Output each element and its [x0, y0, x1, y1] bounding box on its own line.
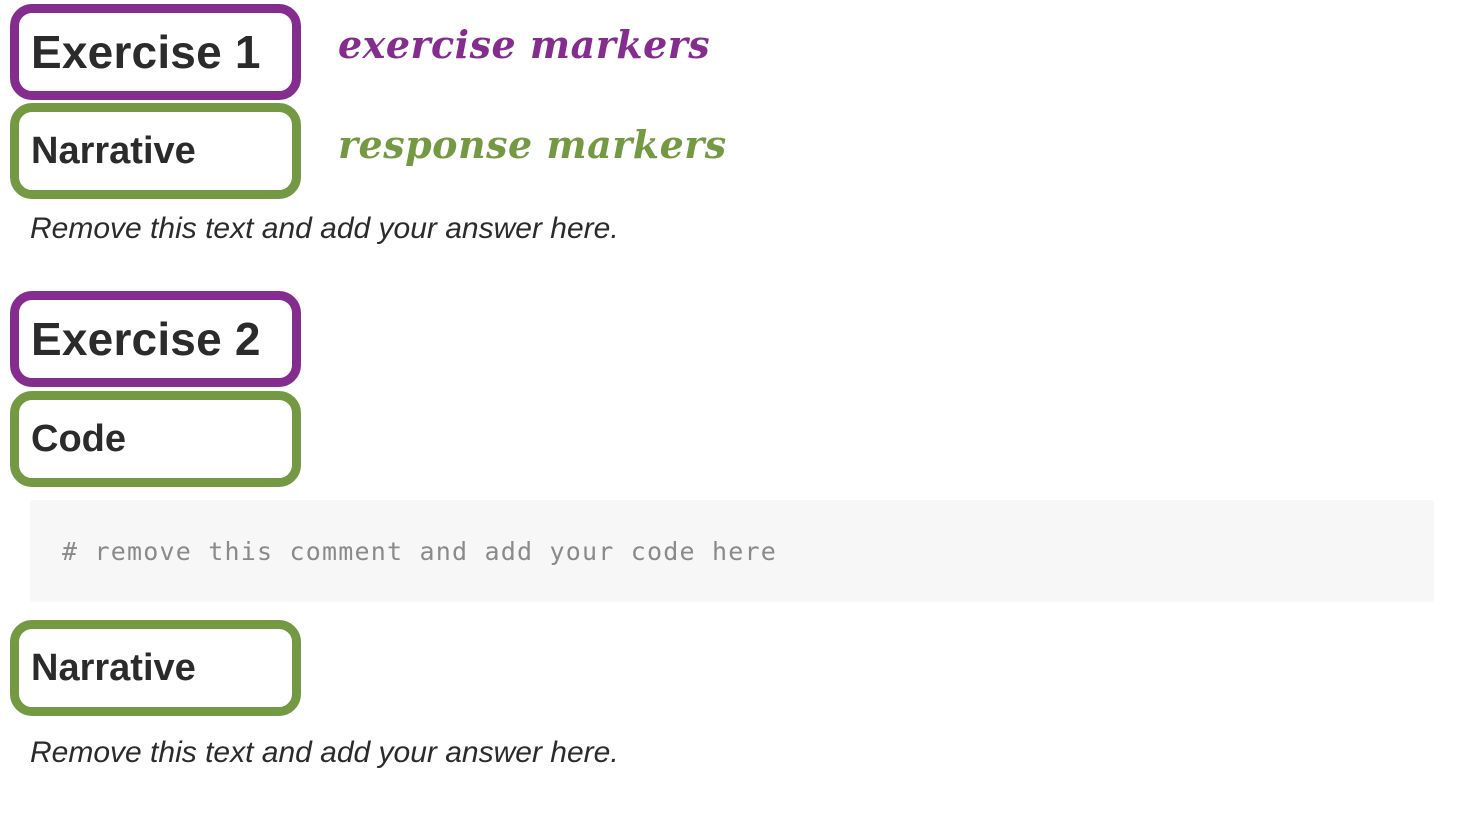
response-markers-annotation: response markers [338, 122, 727, 167]
exercise-1-marker: Exercise 1 [10, 4, 301, 100]
exercise-1-narrative-marker: Narrative [10, 103, 301, 199]
exercise-2-narrative-marker: Narrative [10, 620, 301, 716]
code-comment[interactable]: # remove this comment and add your code … [62, 537, 777, 566]
exercise-markers-annotation: exercise markers [338, 22, 711, 67]
exercise-1-heading: Exercise 1 [31, 26, 261, 78]
exercise-2-marker: Exercise 2 [10, 291, 301, 387]
exercise-2-heading: Exercise 2 [31, 313, 261, 365]
exercise-1-answer-placeholder[interactable]: Remove this text and add your answer her… [30, 212, 619, 246]
code-chunk[interactable]: # remove this comment and add your code … [30, 500, 1434, 602]
exercise-2-narrative-heading: Narrative [31, 646, 196, 689]
exercise-2-answer-placeholder[interactable]: Remove this text and add your answer her… [30, 736, 619, 770]
exercise-2-code-marker: Code [10, 391, 301, 487]
exercise-1-narrative-heading: Narrative [31, 129, 196, 172]
exercise-2-code-heading: Code [31, 417, 126, 460]
